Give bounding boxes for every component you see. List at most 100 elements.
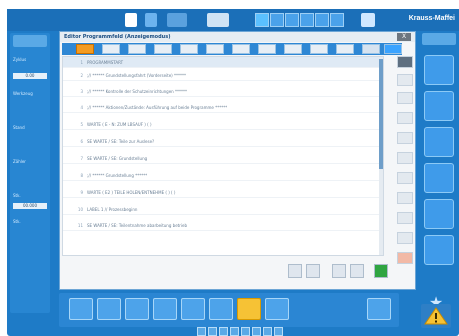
code-line[interactable]: 8 ;// ****** Grundstellung ****** — [63, 170, 383, 181]
code-line[interactable]: 11 SE WARTE / SE: Teilentnahme abarbeitun… — [63, 220, 383, 231]
editor-toolbar — [62, 43, 402, 55]
tab-12[interactable] — [384, 44, 402, 54]
tab-11[interactable] — [362, 44, 380, 54]
side-button-11[interactable] — [397, 252, 413, 264]
navigation-buttons — [288, 264, 398, 280]
tab-6[interactable] — [232, 44, 250, 54]
page-dot-3[interactable] — [219, 327, 228, 336]
close-button[interactable]: X — [397, 33, 411, 41]
left-top-button[interactable] — [13, 35, 47, 47]
editor-side-buttons — [397, 56, 413, 266]
side-button-2[interactable] — [397, 74, 413, 86]
prev-page-button[interactable] — [306, 264, 320, 278]
side-button-6[interactable] — [397, 152, 413, 164]
program-indicator — [65, 11, 117, 18]
left-label-4: Zähler — [13, 159, 26, 164]
camera-icon[interactable] — [167, 13, 187, 27]
tab-3[interactable] — [154, 44, 172, 54]
code-line[interactable]: 1 PROGRAMMSTART — [63, 57, 383, 68]
side-button-1[interactable] — [397, 56, 413, 68]
left-value-2: 00.000 — [13, 203, 47, 209]
side-button-4[interactable] — [397, 112, 413, 124]
brand-logo: Krauss-Maffei — [408, 15, 455, 22]
scrollbar[interactable] — [379, 57, 383, 255]
code-listing[interactable]: 1 PROGRAMMSTART 2 ;// ****** Grundstellung… — [62, 56, 384, 256]
tool-button-1[interactable] — [69, 298, 93, 320]
right-function-panel — [422, 33, 456, 333]
warning-button[interactable] — [421, 304, 451, 328]
first-page-button[interactable] — [288, 264, 302, 278]
status-led-2 — [270, 13, 284, 27]
tab-4[interactable] — [180, 44, 198, 54]
tool-button-2[interactable] — [97, 298, 121, 320]
status-led-4 — [300, 13, 314, 27]
function-key-4[interactable] — [424, 163, 454, 193]
side-button-8[interactable] — [397, 192, 413, 204]
code-line[interactable]: 4 ;// ****** Aktionen/Zustände: Ausführun… — [63, 102, 383, 113]
execute-button[interactable] — [374, 264, 388, 278]
top-status-bar: Krauss-Maffei — [7, 9, 459, 31]
tab-8[interactable] — [284, 44, 302, 54]
status-led-5 — [315, 13, 329, 27]
tab-7[interactable] — [258, 44, 276, 54]
next-page-button[interactable] — [332, 264, 346, 278]
function-key-3[interactable] — [424, 127, 454, 157]
left-label-3: Stand — [13, 125, 25, 130]
status-led-6 — [330, 13, 344, 27]
tab-home[interactable] — [76, 44, 94, 54]
tool-button-5[interactable] — [181, 298, 205, 320]
tool-button-8[interactable] — [265, 298, 289, 320]
window-title: Editor Programmfeld (Anzeigemodus) — [60, 32, 415, 42]
menu-icon[interactable] — [361, 13, 375, 27]
code-line[interactable]: 5 WARTE ( E - N: ZUM LBSAUF ) ( ) — [63, 119, 383, 130]
mode-icon[interactable] — [207, 13, 229, 27]
page-dot-7[interactable] — [263, 327, 272, 336]
side-button-7[interactable] — [397, 172, 413, 184]
tab-10[interactable] — [336, 44, 354, 54]
side-button-9[interactable] — [397, 212, 413, 224]
tool-icon[interactable] — [145, 13, 157, 27]
hmi-frame: Krauss-Maffei Zyklus 0.00 Werkzeug Stand… — [7, 9, 459, 336]
function-key-2[interactable] — [424, 91, 454, 121]
code-line[interactable]: 10 LABEL 1 // Prozessbeginn — [63, 204, 383, 215]
keyboard-icon[interactable] — [125, 13, 137, 27]
tab-5[interactable] — [206, 44, 224, 54]
tab-1[interactable] — [102, 44, 120, 54]
tab-2[interactable] — [128, 44, 146, 54]
status-led-1 — [255, 13, 269, 27]
page-indicator — [197, 327, 317, 336]
page-dot-5[interactable] — [241, 327, 250, 336]
page-dot-8[interactable] — [274, 327, 283, 336]
tool-button-9[interactable] — [367, 298, 391, 320]
left-label-2: Werkzeug — [13, 91, 33, 96]
side-button-10[interactable] — [397, 232, 413, 244]
program-editor-window: Editor Programmfeld (Anzeigemodus) X 1 PR… — [59, 31, 416, 290]
code-line[interactable]: 9 WARTE ( E2 ) TEILE HOLEN/ENTNEHME ( ) (… — [63, 187, 383, 198]
tool-button-edit[interactable] — [237, 298, 261, 320]
page-dot-4[interactable] — [230, 327, 239, 336]
left-status-panel: Zyklus 0.00 Werkzeug Stand Zähler Stk. 0… — [10, 33, 50, 313]
function-key-6[interactable] — [424, 235, 454, 265]
bottom-toolbar — [59, 293, 399, 327]
tool-button-4[interactable] — [153, 298, 177, 320]
code-line[interactable]: 3 ;// ****** Kontrolle der Schutzeinricht… — [63, 86, 383, 97]
function-key-5[interactable] — [424, 199, 454, 229]
left-value-1: 0.00 — [13, 73, 47, 79]
right-top-button[interactable] — [422, 33, 456, 45]
tool-button-6[interactable] — [209, 298, 233, 320]
code-line[interactable]: 7 SE WARTE / SE: Grundstellung — [63, 153, 383, 164]
code-line[interactable]: 2 ;// ****** Grundstellungsfahrt (Vorders… — [63, 70, 383, 81]
left-label-6: Stk. — [13, 219, 21, 224]
tab-9[interactable] — [310, 44, 328, 54]
side-button-3[interactable] — [397, 92, 413, 104]
last-page-button[interactable] — [350, 264, 364, 278]
tool-button-3[interactable] — [125, 298, 149, 320]
page-dot-1[interactable] — [197, 327, 206, 336]
scrollbar-thumb[interactable] — [379, 59, 383, 169]
page-dot-2[interactable] — [208, 327, 217, 336]
code-line[interactable]: 6 SE WARTE / SE: Teile zur Auslese? — [63, 136, 383, 147]
page-dot-6[interactable] — [252, 327, 261, 336]
left-label-5: Stk. — [13, 193, 21, 198]
side-button-5[interactable] — [397, 132, 413, 144]
function-key-1[interactable] — [424, 55, 454, 85]
